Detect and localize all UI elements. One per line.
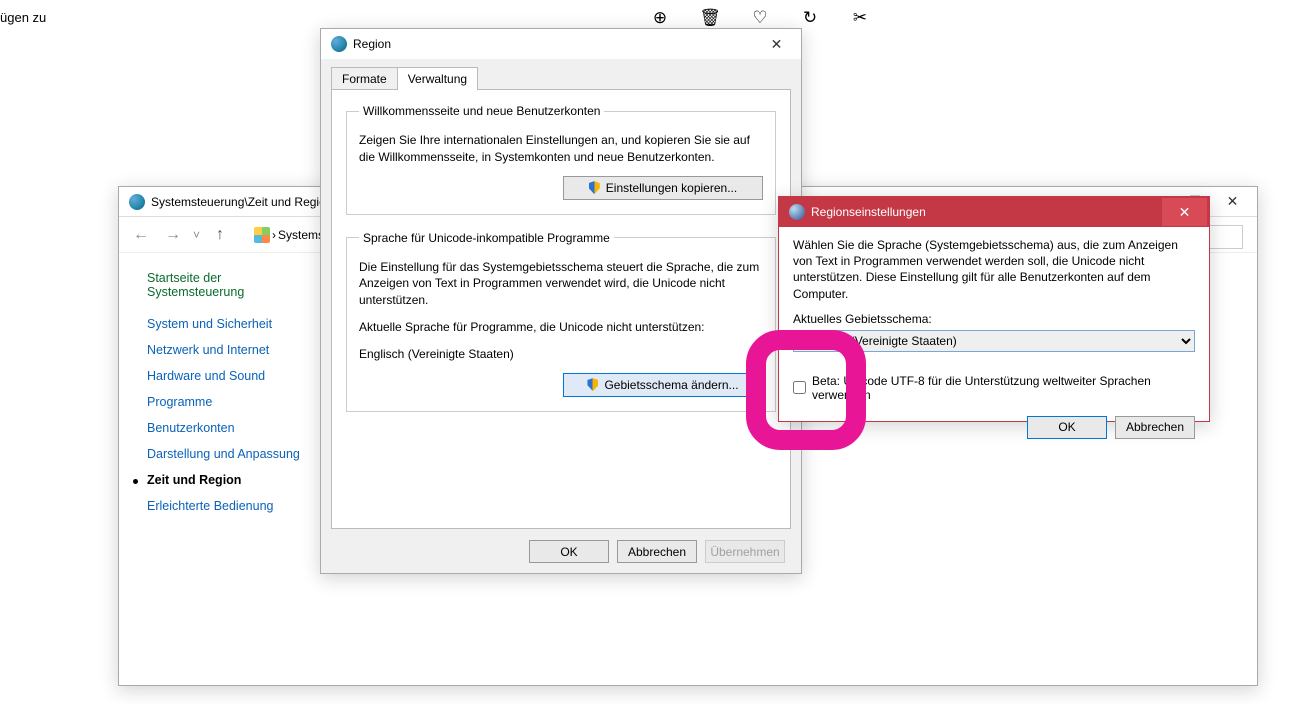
- locale-desc: Wählen Sie die Sprache (Systemgebietssch…: [793, 237, 1195, 302]
- region-ok-button[interactable]: OK: [529, 540, 609, 563]
- region-icon: [331, 36, 347, 52]
- sidebar-item-ease-of-access[interactable]: Erleichterte Bedienung: [147, 499, 319, 513]
- tab-verwaltung[interactable]: Verwaltung: [397, 67, 478, 90]
- sidebar-item-user-accounts[interactable]: Benutzerkonten: [147, 421, 319, 435]
- region-titlebar[interactable]: Region ✕: [321, 29, 801, 59]
- region-cancel-button[interactable]: Abbrechen: [617, 540, 697, 563]
- sidebar-item-network-internet[interactable]: Netzwerk und Internet: [147, 343, 319, 357]
- control-panel-sidebar: Startseite der Systemsteuerung System un…: [119, 253, 319, 525]
- nav-back-icon[interactable]: ←: [129, 226, 153, 244]
- sidebar-heading[interactable]: Startseite der Systemsteuerung: [147, 271, 319, 299]
- current-locale-label: Aktuelle Sprache für Programme, die Unic…: [359, 319, 763, 336]
- welcome-group: Willkommensseite und neue Benutzerkonten…: [346, 104, 776, 215]
- locale-dropdown[interactable]: Englisch (Vereinigte Staaten): [793, 330, 1195, 352]
- trash-icon[interactable]: 🗑: [700, 8, 720, 28]
- locale-settings-dialog: Regionseinstellungen ✕ Wählen Sie die Sp…: [778, 196, 1210, 422]
- change-locale-button-label: Gebietsschema ändern...: [604, 378, 738, 392]
- nonunicode-group-desc: Die Einstellung für das Systemgebietssch…: [359, 259, 763, 309]
- crop-icon[interactable]: ✂: [850, 8, 870, 28]
- heart-icon[interactable]: ♡: [750, 8, 770, 28]
- region-dialog: Region ✕ Formate Verwaltung Willkommenss…: [320, 28, 802, 574]
- uac-shield-icon: [587, 378, 598, 391]
- sidebar-item-programs[interactable]: Programme: [147, 395, 319, 409]
- rotate-icon[interactable]: ↻: [800, 8, 820, 28]
- sidebar-item-hardware-sound[interactable]: Hardware und Sound: [147, 369, 319, 383]
- zoom-in-icon[interactable]: ⊕: [650, 8, 670, 28]
- uac-shield-icon: [589, 181, 600, 194]
- copy-settings-button[interactable]: Einstellungen kopieren...: [563, 176, 763, 200]
- region-close-button[interactable]: ✕: [754, 30, 799, 58]
- image-toolbar: ⊕ 🗑 ♡ ↻ ✂: [650, 8, 870, 28]
- locale-ok-button[interactable]: OK: [1027, 416, 1107, 439]
- change-locale-button[interactable]: Gebietsschema ändern...: [563, 373, 763, 397]
- current-locale-value: Englisch (Vereinigte Staaten): [359, 346, 763, 363]
- utf8-beta-label[interactable]: Beta: Unicode UTF-8 für die Unterstützun…: [812, 374, 1195, 402]
- locale-cancel-button[interactable]: Abbrechen: [1115, 416, 1195, 439]
- nonunicode-group: Sprache für Unicode-inkompatible Program…: [346, 231, 776, 412]
- sidebar-item-system-security[interactable]: System und Sicherheit: [147, 317, 319, 331]
- locale-icon: [789, 204, 805, 220]
- control-panel-small-icon: [254, 227, 270, 243]
- control-panel-icon: [129, 194, 145, 210]
- locale-titlebar[interactable]: Regionseinstellungen ✕: [779, 197, 1209, 227]
- breadcrumb-sep: ›: [272, 228, 276, 242]
- nav-up-icon[interactable]: ↑: [208, 226, 232, 244]
- region-apply-button[interactable]: Übernehmen: [705, 540, 785, 563]
- region-footer: OK Abbrechen Übernehmen: [529, 540, 785, 563]
- locale-close-button[interactable]: ✕: [1162, 198, 1207, 226]
- tab-formate[interactable]: Formate: [331, 67, 398, 90]
- locale-title: Regionseinstellungen: [811, 205, 1162, 219]
- region-tabs: Formate Verwaltung: [331, 67, 811, 90]
- welcome-group-legend: Willkommensseite und neue Benutzerkonten: [359, 104, 604, 118]
- sidebar-item-clock-region[interactable]: Zeit und Region: [147, 473, 319, 487]
- welcome-group-desc: Zeigen Sie Ihre internationalen Einstell…: [359, 132, 763, 166]
- sidebar-item-appearance[interactable]: Darstellung und Anpassung: [147, 447, 319, 461]
- close-button[interactable]: ✕: [1210, 188, 1255, 216]
- toolbar-text-fragment: ügen zu: [0, 10, 46, 25]
- locale-dropdown-label: Aktuelles Gebietsschema:: [793, 312, 1195, 326]
- copy-settings-button-label: Einstellungen kopieren...: [606, 181, 737, 195]
- nonunicode-group-legend: Sprache für Unicode-inkompatible Program…: [359, 231, 614, 245]
- region-title: Region: [353, 37, 754, 51]
- nav-forward-icon[interactable]: →: [161, 226, 185, 244]
- utf8-beta-checkbox[interactable]: [793, 381, 806, 394]
- region-tabpanel: Willkommensseite und neue Benutzerkonten…: [331, 89, 791, 529]
- nav-dropdown-icon[interactable]: ˅: [193, 228, 200, 242]
